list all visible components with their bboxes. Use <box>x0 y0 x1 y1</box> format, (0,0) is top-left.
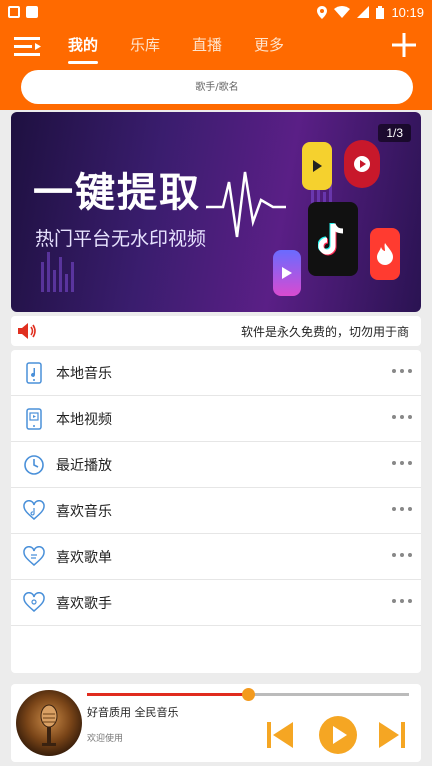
menu-item-label: 最近播放 <box>56 458 112 474</box>
menu-item-liked-playlists[interactable]: 喜欢歌单 <box>11 534 421 580</box>
tab-mine[interactable]: 我的 <box>60 34 106 64</box>
menu-item-local-video[interactable]: 本地视频 <box>11 396 421 442</box>
tab-library[interactable]: 乐库 <box>122 34 168 56</box>
banner-title: 一键提取 <box>33 170 201 216</box>
more-options-icon[interactable] <box>392 594 412 608</box>
local-video-icon <box>26 408 42 430</box>
tab-more[interactable]: 更多 <box>246 34 292 56</box>
video-player-app-icon <box>273 250 301 296</box>
play-icon[interactable] <box>319 716 357 754</box>
more-options-icon[interactable] <box>392 456 412 470</box>
menu-item-local-music[interactable]: 本地音乐 <box>11 350 421 396</box>
album-cover[interactable] <box>16 690 82 756</box>
more-options-icon[interactable] <box>392 410 412 424</box>
signal-icon <box>357 6 370 18</box>
more-options-icon[interactable] <box>392 548 412 562</box>
progress-bar[interactable] <box>87 688 409 701</box>
clock-icon <box>24 455 44 475</box>
more-options-icon[interactable] <box>392 502 412 516</box>
heart-icon <box>23 592 45 612</box>
menu-item-label: 喜欢歌单 <box>56 550 112 566</box>
progress-fill <box>87 693 248 696</box>
watermelon-video-app-icon <box>344 140 380 188</box>
menu-item-liked-music[interactable]: 喜欢音乐 <box>11 488 421 534</box>
wifi-icon <box>334 6 351 18</box>
previous-icon[interactable] <box>265 720 295 750</box>
announcement-bar[interactable]: 软件是永久免费的，切勿用于商 <box>11 316 421 346</box>
menu-icon[interactable] <box>14 35 42 59</box>
heart-icon <box>23 546 45 566</box>
tab-live[interactable]: 直播 <box>184 34 230 56</box>
add-icon[interactable] <box>392 33 416 57</box>
status-bar: 10:19 <box>0 0 432 24</box>
menu-item-label: 喜欢歌手 <box>56 596 112 612</box>
huoshan-video-app-icon <box>370 228 400 280</box>
heart-icon <box>23 500 45 520</box>
top-app-bar: 我的 乐库 直播 更多 <box>0 24 432 110</box>
menu-item-label: 喜欢音乐 <box>56 504 112 520</box>
tab-bar: 我的 乐库 直播 更多 <box>60 34 308 64</box>
clock-time: 10:19 <box>391 4 424 20</box>
next-icon[interactable] <box>377 720 407 750</box>
microphone-icon <box>40 704 58 746</box>
app-notification-icon <box>26 6 38 18</box>
notification-icon <box>8 6 20 18</box>
menu-item-liked-singers[interactable]: 喜欢歌手 <box>11 580 421 626</box>
menu-item-label: 本地音乐 <box>56 366 112 382</box>
more-options-icon[interactable] <box>392 364 412 378</box>
menu-item-recent-played[interactable]: 最近播放 <box>11 442 421 488</box>
banner-page-indicator: 1/3 <box>378 124 411 142</box>
promo-banner[interactable]: 一键提取 热门平台无水印视频 1/3 <box>11 112 421 312</box>
banner-subtitle: 热门平台无水印视频 <box>35 228 207 250</box>
douyin-app-icon <box>308 202 358 276</box>
song-subtitle: 欢迎使用 <box>87 734 124 744</box>
pear-video-app-icon <box>302 142 332 190</box>
local-music-icon <box>26 362 42 384</box>
speaker-icon <box>18 323 36 339</box>
menu-item-label: 本地视频 <box>56 412 112 428</box>
location-icon <box>317 5 328 19</box>
battery-icon <box>376 5 385 19</box>
library-menu: 本地音乐 本地视频 最近播放 喜欢音乐 喜欢歌单 喜欢歌手 <box>11 350 421 673</box>
progress-handle[interactable] <box>242 688 255 701</box>
announcement-text: 软件是永久免费的，切勿用于商 <box>241 325 410 339</box>
search-input[interactable] <box>21 70 413 104</box>
mini-player[interactable]: 好音质用 全民音乐 欢迎使用 <box>11 684 421 762</box>
song-title: 好音质用 全民音乐 <box>87 706 179 719</box>
